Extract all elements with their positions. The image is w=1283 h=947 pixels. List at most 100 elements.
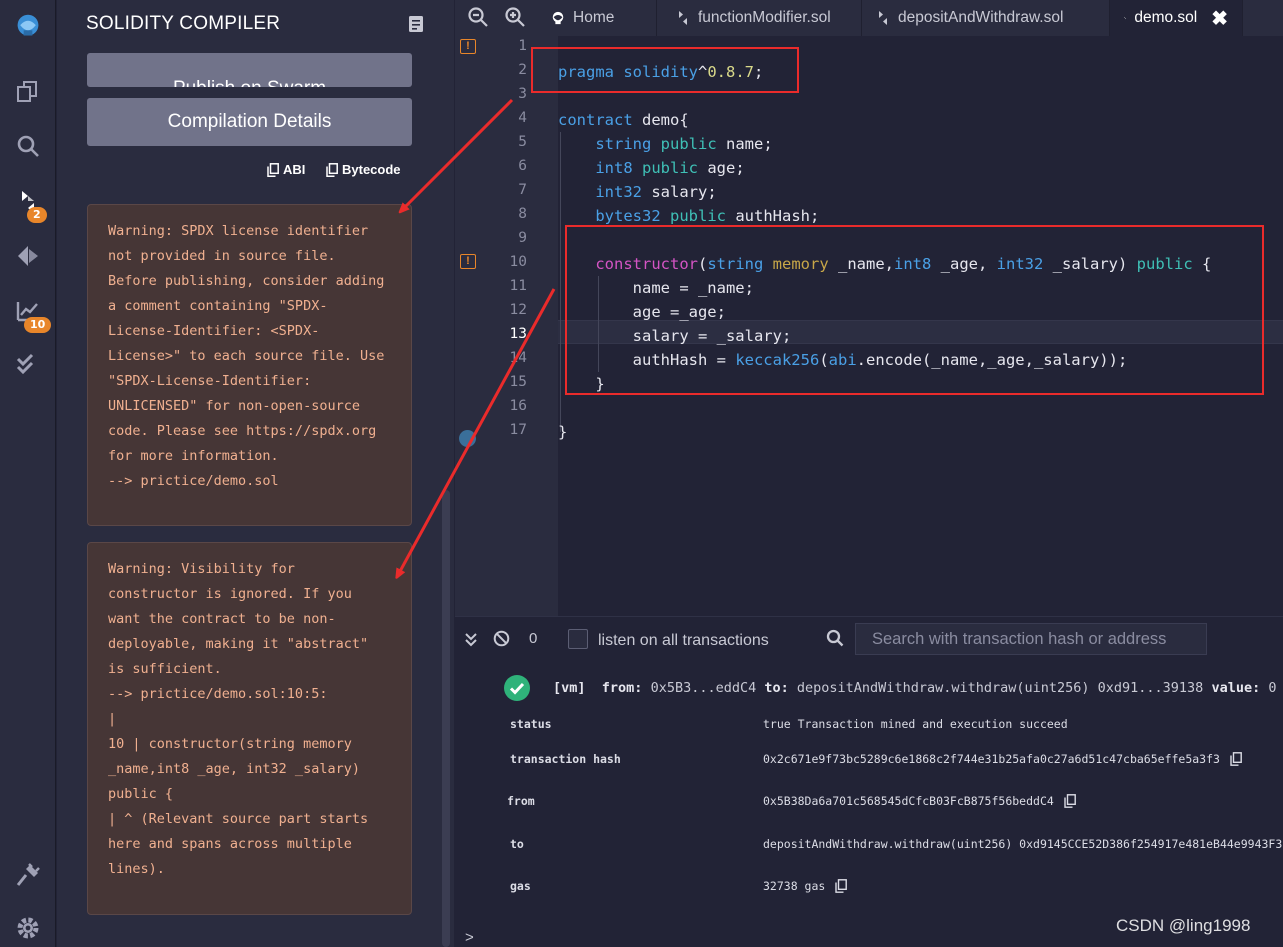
solidity-compiler-icon[interactable]: 2 xyxy=(0,182,56,223)
solidity-compiler-panel: SOLIDITY COMPILER Publish on Swarm Compi… xyxy=(57,0,454,947)
bytecode-label: Bytecode xyxy=(342,162,401,177)
tx-row-key: from xyxy=(507,794,535,808)
tx-row-key: transaction hash xyxy=(510,752,621,766)
code-line-17: } xyxy=(558,423,568,441)
line-number: 15 xyxy=(509,374,527,390)
solidity-file-icon xyxy=(1124,16,1126,20)
tab-functionModifier[interactable]: functionModifier.sol xyxy=(662,0,862,36)
gas-value: 32738 gas xyxy=(763,879,826,893)
line-number: 10 xyxy=(509,254,527,270)
watermark: CSDN @ling1998 xyxy=(1116,916,1251,935)
zoom-out-icon[interactable] xyxy=(467,6,489,28)
abi-copy-button[interactable]: ABI xyxy=(267,162,305,177)
line-number: 5 xyxy=(518,134,527,150)
copy-icon[interactable] xyxy=(835,879,848,893)
tx-success-icon xyxy=(504,675,530,701)
line-number: 4 xyxy=(518,110,527,126)
value-amount: 0 xyxy=(1268,680,1277,696)
copy-icon xyxy=(326,162,338,177)
analysis-icon[interactable]: 10 xyxy=(0,291,56,333)
documentation-icon[interactable] xyxy=(409,16,423,32)
warning-marker-icon[interactable]: ! xyxy=(460,254,476,269)
solidity-badge: 2 xyxy=(27,207,47,223)
tx-hash-value: 0x2c671e9f73bc5289c6e1868c2f744e31b25afa… xyxy=(763,752,1220,766)
copy-icon[interactable] xyxy=(1230,752,1242,766)
line-number: 17 xyxy=(509,422,527,438)
bytecode-copy-button[interactable]: Bytecode xyxy=(326,162,401,177)
solidity-file-icon xyxy=(879,11,887,25)
tab-label: Home xyxy=(573,9,615,26)
tx-row-value: true Transaction mined and execution suc… xyxy=(763,717,1068,731)
tx-row-key: gas xyxy=(510,879,531,893)
tx-row-key: to xyxy=(510,837,524,851)
line-number: 1 xyxy=(518,38,527,54)
tab-label: demo.sol xyxy=(1134,9,1198,26)
tx-row-value: 32738 gas xyxy=(763,879,848,893)
unit-testing-icon[interactable] xyxy=(0,344,56,384)
line-number: 12 xyxy=(509,302,527,318)
deploy-run-icon[interactable] xyxy=(0,236,56,276)
listen-all-checkbox[interactable] xyxy=(568,629,588,649)
tab-label: functionModifier.sol xyxy=(698,9,831,26)
panel-title: SOLIDITY COMPILER xyxy=(86,13,281,34)
abi-label: ABI xyxy=(283,162,306,177)
clear-console-icon[interactable] xyxy=(493,630,510,647)
line-number: 14 xyxy=(509,350,527,366)
tx-row-key: status xyxy=(510,717,552,731)
file-explorer-icon[interactable] xyxy=(0,72,56,112)
publish-label: Publish on Swarm xyxy=(173,78,326,87)
code-line-5: string public name; xyxy=(595,135,773,153)
home-plugin-icon xyxy=(552,11,564,25)
search-icon xyxy=(826,629,844,647)
pending-tx-count: 0 xyxy=(529,630,538,647)
tab-home[interactable]: Home xyxy=(537,0,657,36)
line-number: 9 xyxy=(518,230,527,246)
copy-icon xyxy=(267,162,279,177)
publish-on-swarm-button[interactable]: Publish on Swarm xyxy=(87,53,412,87)
solidity-file-icon xyxy=(679,11,687,25)
line-number: 13 xyxy=(509,326,527,342)
settings-icon[interactable] xyxy=(0,908,56,947)
search-icon[interactable] xyxy=(0,126,56,166)
terminal-log: [vm] from: 0x5B3...eddC4 to: depositAndW… xyxy=(455,661,1283,947)
code-line-6: int8 public age; xyxy=(595,159,745,177)
line-number: 6 xyxy=(518,158,527,174)
to-short: depositAndWithdraw.withdraw(uint256) 0xd… xyxy=(796,680,1204,696)
breakpoint-icon[interactable] xyxy=(459,430,476,447)
line-number: 3 xyxy=(518,86,527,102)
vm-tag: [vm] xyxy=(553,680,586,696)
listen-all-label: listen on all transactions xyxy=(598,632,769,649)
warning-spdx-license[interactable]: Warning: SPDX license identifier not pro… xyxy=(87,204,412,526)
tx-summary[interactable]: [vm] from: 0x5B3...eddC4 to: depositAndW… xyxy=(553,680,1277,696)
collapse-terminal-icon[interactable] xyxy=(463,631,479,647)
tab-demo[interactable]: demo.sol ✖ xyxy=(1110,0,1243,36)
line-number: 8 xyxy=(518,206,527,222)
value-label: value: xyxy=(1211,680,1261,696)
transaction-search-input[interactable] xyxy=(855,623,1207,655)
code-line-4: contract demo{ xyxy=(558,111,689,129)
compilation-details-button[interactable]: Compilation Details xyxy=(87,98,412,146)
panel-scrollbar[interactable] xyxy=(442,490,450,947)
line-number: 16 xyxy=(509,398,527,414)
copy-icon[interactable] xyxy=(1064,794,1076,808)
line-number: 2 xyxy=(518,62,527,78)
editor-area: Home functionModifier.sol depositAndWith… xyxy=(455,0,1283,947)
from-short: 0x5B3...eddC4 xyxy=(650,680,757,696)
analysis-badge: 10 xyxy=(24,317,52,333)
remix-logo-icon[interactable] xyxy=(0,6,56,46)
warning-constructor-visibility[interactable]: Warning: Visibility for constructor is i… xyxy=(87,542,412,915)
tx-row-value: depositAndWithdraw.withdraw(uint256) 0xd… xyxy=(763,837,1283,851)
from-label: from: xyxy=(601,680,643,696)
editor-gutter: ! ! 1 2 3 4 5 6 7 8 9 10 11 12 13 14 15 16 17 xyxy=(455,36,558,616)
zoom-in-icon[interactable] xyxy=(504,6,526,28)
from-value: 0x5B38Da6a701c568545dCfcB03FcB875f56bedd… xyxy=(763,794,1054,808)
to-value: depositAndWithdraw.withdraw(uint256) 0xd… xyxy=(763,837,1283,851)
line-number: 7 xyxy=(518,182,527,198)
plugin-manager-icon[interactable] xyxy=(0,855,56,895)
terminal-toolbar: 0 listen on all transactions xyxy=(455,616,1283,661)
tab-depositAndWithdraw[interactable]: depositAndWithdraw.sol xyxy=(862,0,1110,36)
icon-rail: 2 10 xyxy=(0,0,56,947)
warning-marker-icon[interactable]: ! xyxy=(460,39,476,54)
terminal-prompt[interactable]: > xyxy=(465,929,474,946)
close-tab-icon[interactable]: ✖ xyxy=(1211,6,1228,31)
